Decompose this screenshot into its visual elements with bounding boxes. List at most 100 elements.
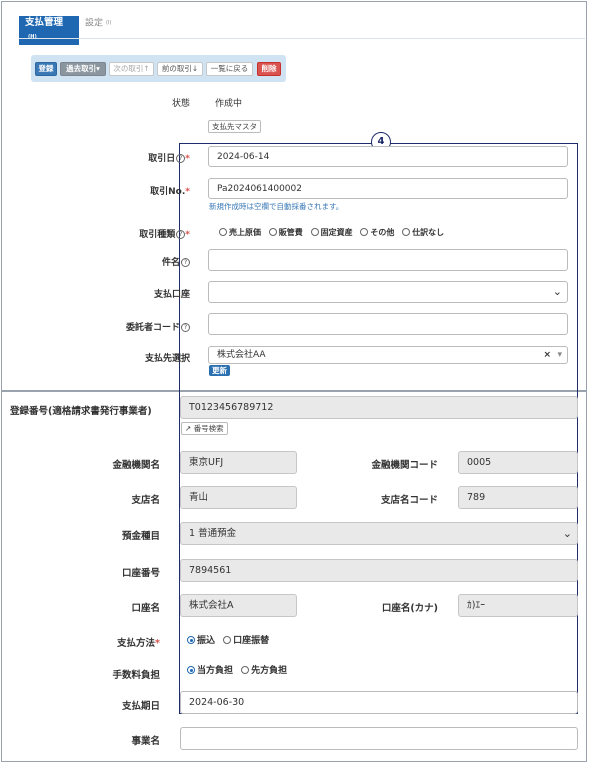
type-label-text: 取引種類	[139, 230, 176, 240]
consignor-label: 委託者コード?	[100, 320, 190, 333]
type-help-icon[interactable]: ?	[176, 230, 186, 239]
subject-label: 件名?	[100, 255, 190, 268]
status-label: 状態	[171, 99, 190, 109]
number-search-label: 番号検索	[193, 424, 224, 433]
subject-help-icon[interactable]: ?	[181, 258, 190, 267]
chevron-down-icon: ⌄	[562, 527, 572, 540]
account-name-label: 口座名	[131, 603, 160, 614]
date-help-icon[interactable]: ?	[176, 154, 186, 163]
type-radio-sga[interactable]	[268, 228, 277, 236]
type-radio-fixed-asset[interactable]	[310, 228, 319, 236]
due-date-input[interactable]: 2024-06-30	[180, 691, 578, 714]
account-select[interactable]: ⌄	[208, 281, 568, 303]
past-transaction-button[interactable]: 過去取引▾	[60, 62, 106, 76]
type-option-cost[interactable]: 売上原価	[219, 228, 261, 237]
business-name-label: 事業名	[131, 736, 160, 747]
method-option-debit-label: 口座振替	[233, 636, 270, 646]
subject-label-text: 件名	[161, 258, 180, 268]
account-name-input[interactable]: 株式会社A	[180, 594, 297, 617]
type-option-sga-label: 販管費	[278, 228, 303, 237]
type-radio-cost[interactable]	[219, 228, 227, 236]
payee-dropdown-icon[interactable]: ▾	[557, 347, 562, 363]
payee-update-button[interactable]: 更新	[209, 365, 230, 376]
deposit-type-label: 預金種目	[121, 531, 160, 542]
prev-transaction-button[interactable]: 前の取引↓	[157, 62, 203, 76]
txno-input[interactable]: Pa2024061400002	[208, 178, 568, 199]
tab-settings[interactable]: 設定 (I)	[85, 16, 111, 31]
type-label: 取引種類? *	[100, 227, 190, 240]
business-name-input[interactable]	[180, 727, 578, 750]
payee-label: 支払先選択	[144, 354, 190, 364]
tab-payment-management[interactable]: 支払管理 (H)	[19, 16, 79, 45]
fee-option-ours[interactable]: 当方負担	[187, 666, 233, 676]
payee-select-value: 株式会社AA	[217, 350, 266, 360]
fee-option-theirs[interactable]: 先方負担	[241, 666, 287, 676]
date-input[interactable]: 2024-06-14	[208, 146, 568, 167]
branch-name-input[interactable]: 青山	[180, 486, 297, 509]
txno-hint: 新規作成時は空欄で自動採番されます。	[209, 202, 344, 211]
tab-underline	[19, 38, 585, 39]
consignor-input[interactable]	[208, 313, 568, 335]
fee-option-theirs-label: 先方負担	[251, 666, 288, 676]
number-search-button[interactable]: ↗ 番号検索	[181, 422, 228, 435]
type-option-fixed-asset[interactable]: 固定資産	[310, 228, 353, 237]
txno-label: 取引No.*	[100, 184, 190, 197]
consignor-label-text: 委託者コード	[125, 323, 180, 333]
register-button[interactable]: 登録	[35, 62, 57, 76]
payee-clear-icon[interactable]: ×	[543, 347, 551, 363]
method-required-mark: *	[155, 638, 160, 649]
fee-radio-ours[interactable]	[187, 666, 195, 674]
type-option-sga[interactable]: 販管費	[268, 228, 303, 237]
reg-no-input[interactable]: T0123456789712	[180, 396, 578, 419]
fee-radio-group: 当方負担 先方負担	[187, 663, 292, 676]
deposit-type-select[interactable]: 1 普通預金 ⌄	[180, 522, 578, 545]
action-toolbar: 登録 過去取引▾ 次の取引↑ 前の取引↓ 一覧に戻る 削除	[31, 55, 286, 82]
type-option-other-label: その他	[370, 228, 395, 237]
fee-option-ours-label: 当方負担	[197, 666, 234, 676]
method-radio-group: 振込 口座振替	[187, 633, 274, 646]
type-option-cost-label: 売上原価	[229, 228, 261, 237]
payee-select[interactable]: 株式会社AA × ▾	[208, 346, 568, 364]
txno-required-mark: *	[185, 187, 190, 197]
due-date-label: 支払期日	[121, 701, 160, 712]
bank-name-label: 金融機関名	[112, 460, 160, 471]
bank-code-label: 金融機関コード	[371, 460, 438, 471]
method-option-transfer[interactable]: 振込	[187, 636, 215, 646]
type-option-no-journal[interactable]: 仕訳なし	[402, 228, 444, 237]
tab-settings-label: 設定	[85, 18, 104, 29]
fee-radio-theirs[interactable]	[241, 666, 250, 674]
external-link-icon: ↗	[185, 424, 192, 433]
consignor-help-icon[interactable]: ?	[181, 323, 190, 332]
back-to-list-button[interactable]: 一覧に戻る	[206, 62, 253, 76]
tab-settings-shortcut: (I)	[106, 20, 112, 26]
reg-no-label: 登録番号(適格請求書発行事業者)	[10, 406, 152, 417]
delete-button[interactable]: 削除	[257, 62, 281, 76]
type-radio-other[interactable]	[360, 228, 369, 236]
deposit-type-value: 1 普通預金	[189, 528, 237, 539]
payee-master-button[interactable]: 支払先マスタ	[208, 120, 261, 133]
method-option-transfer-label: 振込	[197, 636, 216, 646]
date-label: 取引日? *	[100, 151, 190, 164]
method-radio-debit[interactable]	[223, 636, 232, 644]
subject-input[interactable]	[208, 249, 568, 271]
method-option-debit[interactable]: 口座振替	[223, 636, 269, 646]
chevron-down-icon: ⌄	[552, 285, 562, 298]
branch-code-label: 支店名コード	[380, 495, 438, 506]
account-no-input[interactable]: 7894561	[180, 559, 578, 582]
tab-payment-label: 支払管理	[25, 17, 64, 28]
method-label: 支払方法*	[60, 635, 160, 649]
account-kana-input[interactable]: ｶ)ｴｰ	[458, 594, 578, 617]
type-required-mark: *	[185, 230, 190, 240]
method-radio-transfer[interactable]	[187, 636, 195, 644]
type-option-other[interactable]: その他	[360, 228, 394, 237]
type-radio-no-journal[interactable]	[402, 228, 411, 236]
branch-code-input[interactable]: 789	[458, 486, 578, 509]
bank-name-input[interactable]: 東京UFJ	[180, 451, 297, 474]
status-value: 作成中	[215, 99, 243, 109]
date-label-text: 取引日	[148, 154, 176, 164]
bank-code-input[interactable]: 0005	[458, 451, 578, 474]
account-no-label: 口座番号	[121, 568, 160, 579]
next-transaction-button[interactable]: 次の取引↑	[109, 62, 154, 76]
fee-label: 手数料負担	[112, 670, 160, 681]
method-label-text: 支払方法	[117, 638, 156, 649]
